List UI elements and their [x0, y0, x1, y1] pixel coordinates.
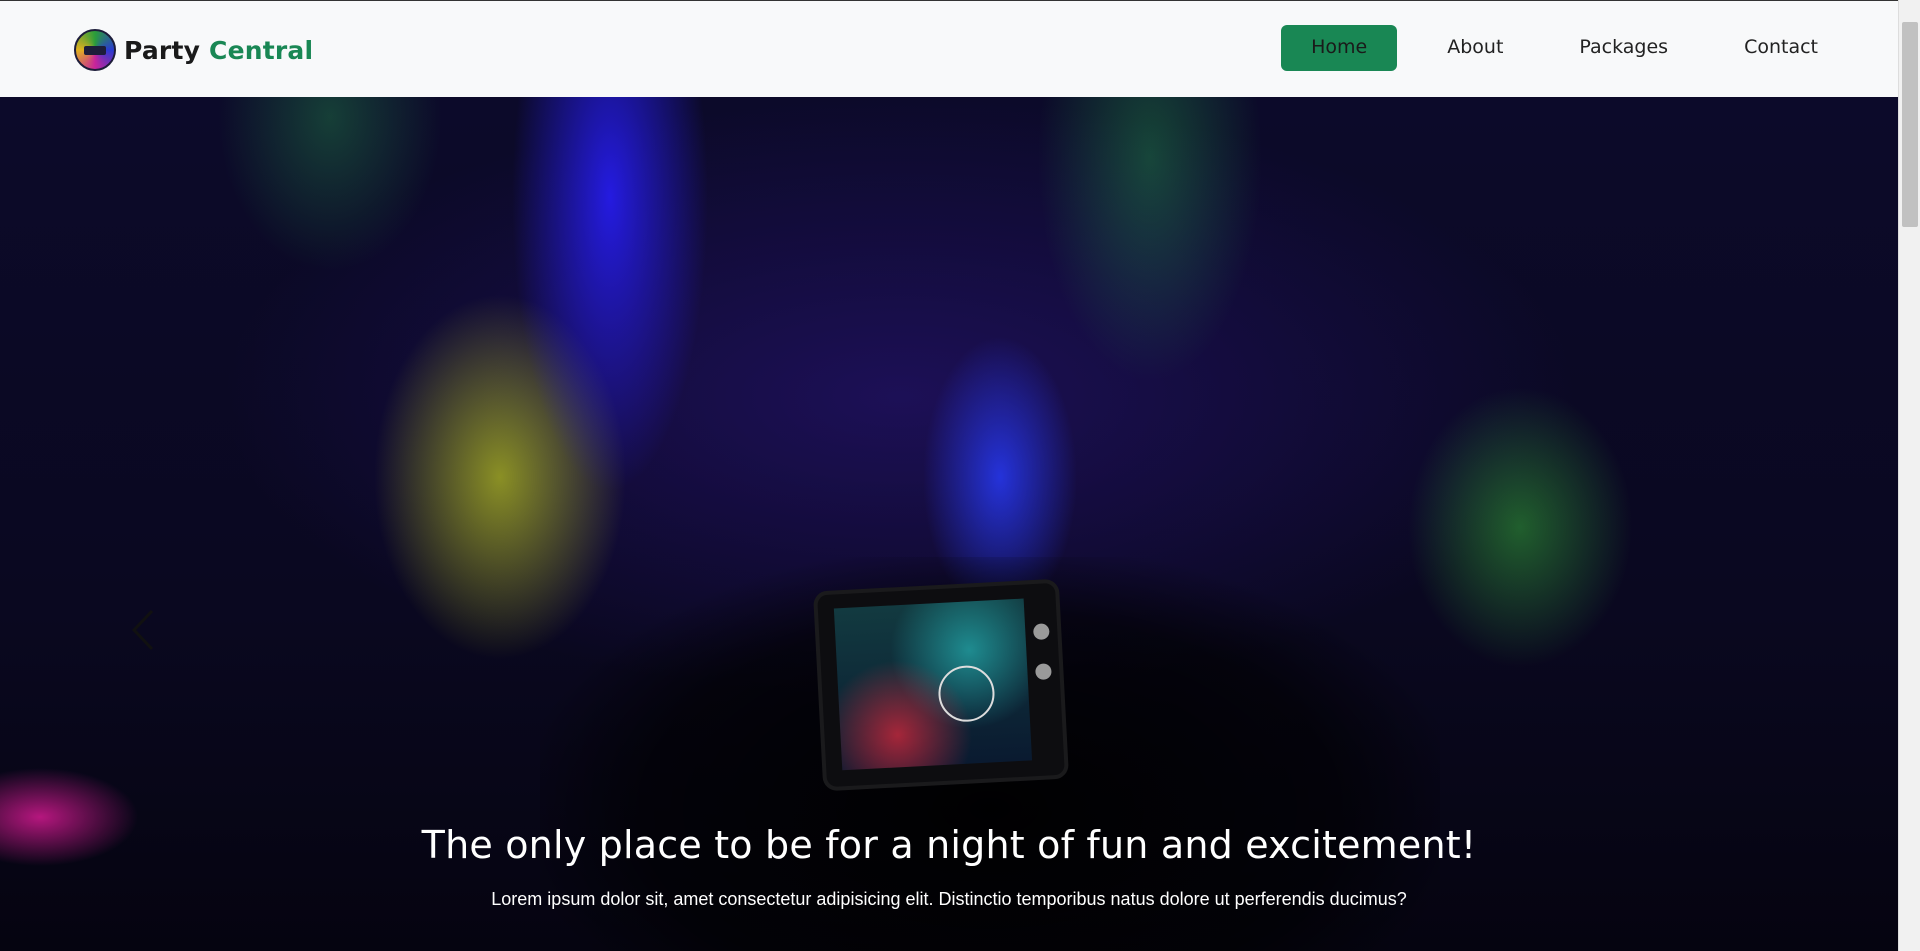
hero-text: Lorem ipsum dolor sit, amet consectetur … [491, 889, 1407, 909]
chevron-left-icon [131, 609, 154, 651]
brand-name: Party Central [124, 36, 313, 65]
nav-link-contact[interactable]: Contact [1718, 25, 1844, 71]
carousel-prev-button[interactable] [124, 605, 164, 655]
brand-link[interactable]: Party Central [74, 29, 313, 71]
hero-phone-screen [833, 598, 1033, 771]
phone-button-icon [1035, 663, 1052, 681]
page-scrollbar[interactable] [1898, 0, 1920, 951]
hero-heading: The only place to be for a night of fun … [421, 823, 1477, 867]
carousel-caption: The only place to be for a night of fun … [0, 823, 1898, 913]
nav-link-packages[interactable]: Packages [1553, 25, 1694, 71]
scrollbar-thumb[interactable] [1902, 22, 1918, 227]
phone-button-icon [1032, 623, 1050, 641]
brand-logo-icon [74, 29, 116, 71]
hero-phone-image [817, 582, 1065, 788]
phone-record-circle [937, 664, 996, 724]
brand-name-part1: Party [124, 35, 201, 65]
brand-name-part2: Central [209, 35, 314, 65]
nav-links: Home About Packages Contact [1257, 25, 1844, 71]
nav-link-about[interactable]: About [1421, 25, 1529, 71]
hero-carousel: The only place to be for a night of fun … [0, 97, 1898, 951]
navbar: Party Central Home About Packages Contac… [0, 0, 1898, 97]
page: Party Central Home About Packages Contac… [0, 0, 1920, 951]
nav-link-home[interactable]: Home [1281, 25, 1398, 71]
